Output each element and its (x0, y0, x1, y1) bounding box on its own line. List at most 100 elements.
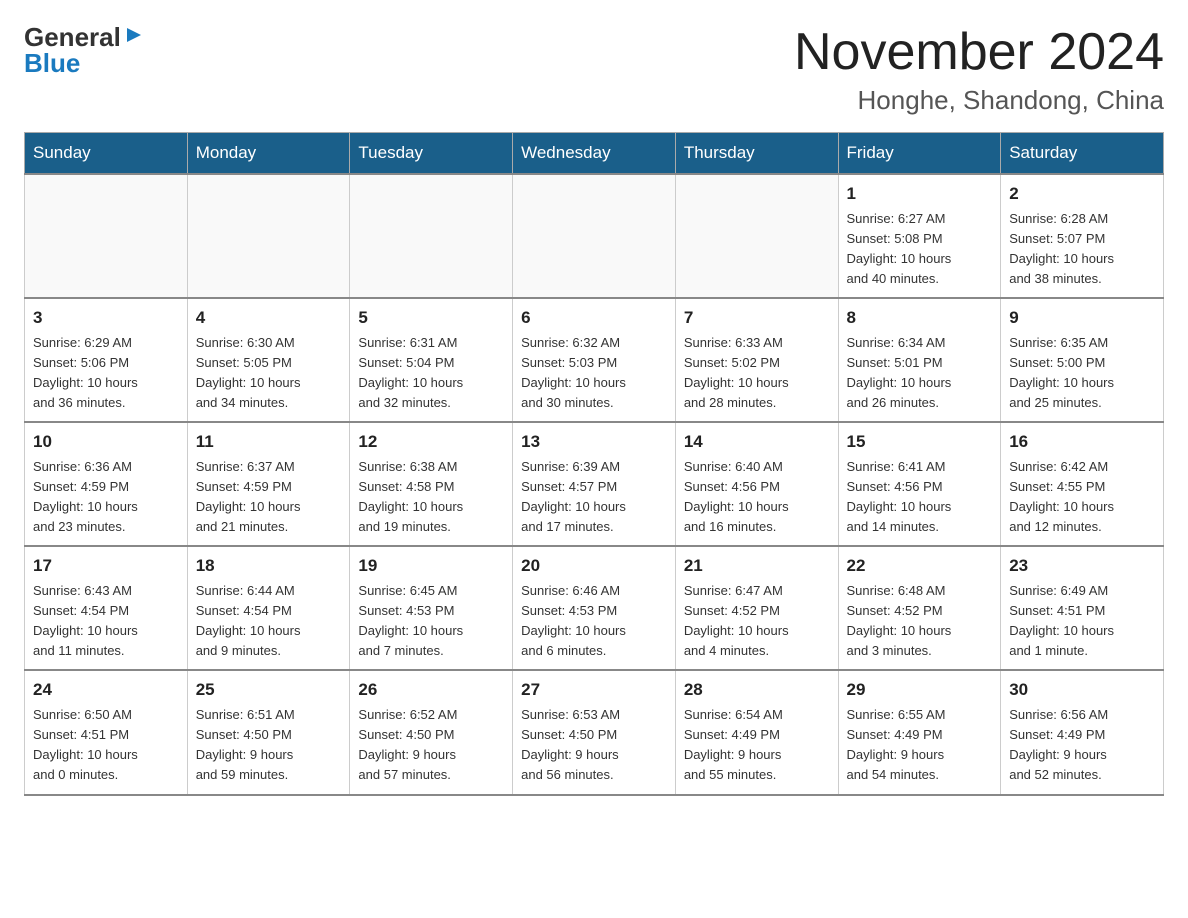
header: General Blue November 2024 Honghe, Shand… (24, 24, 1164, 116)
day-info: Sunrise: 6:56 AM Sunset: 4:49 PM Dayligh… (1009, 707, 1108, 782)
day-number: 22 (847, 553, 993, 579)
day-number: 24 (33, 677, 179, 703)
day-info: Sunrise: 6:38 AM Sunset: 4:58 PM Dayligh… (358, 459, 463, 534)
day-cell: 25 Sunrise: 6:51 AM Sunset: 4:50 PM Dayli… (187, 670, 350, 794)
day-info: Sunrise: 6:52 AM Sunset: 4:50 PM Dayligh… (358, 707, 457, 782)
day-info: Sunrise: 6:31 AM Sunset: 5:04 PM Dayligh… (358, 335, 463, 410)
column-header-saturday: Saturday (1001, 133, 1164, 175)
day-number: 23 (1009, 553, 1155, 579)
day-cell: 5 Sunrise: 6:31 AM Sunset: 5:04 PM Daylig… (350, 298, 513, 422)
day-cell: 15Sunrise: 6:41 AM Sunset: 4:56 PM Dayli… (838, 422, 1001, 546)
day-cell: 1 Sunrise: 6:27 AM Sunset: 5:08 PM Daylig… (838, 174, 1001, 298)
day-info: Sunrise: 6:55 AM Sunset: 4:49 PM Dayligh… (847, 707, 946, 782)
day-info: Sunrise: 6:53 AM Sunset: 4:50 PM Dayligh… (521, 707, 620, 782)
day-number: 11 (196, 429, 342, 455)
column-header-tuesday: Tuesday (350, 133, 513, 175)
day-number: 9 (1009, 305, 1155, 331)
day-info: Sunrise: 6:44 AM Sunset: 4:54 PM Dayligh… (196, 583, 301, 658)
day-cell: 11Sunrise: 6:37 AM Sunset: 4:59 PM Dayli… (187, 422, 350, 546)
week-row-5: 24 Sunrise: 6:50 AM Sunset: 4:51 PM Dayli… (25, 670, 1164, 794)
day-info: Sunrise: 6:45 AM Sunset: 4:53 PM Dayligh… (358, 583, 463, 658)
day-cell: 6 Sunrise: 6:32 AM Sunset: 5:03 PM Daylig… (513, 298, 676, 422)
day-info: Sunrise: 6:40 AM Sunset: 4:56 PM Dayligh… (684, 459, 789, 534)
day-cell (350, 174, 513, 298)
day-number: 6 (521, 305, 667, 331)
day-info: Sunrise: 6:49 AM Sunset: 4:51 PM Dayligh… (1009, 583, 1114, 658)
day-cell (187, 174, 350, 298)
day-info: Sunrise: 6:33 AM Sunset: 5:02 PM Dayligh… (684, 335, 789, 410)
day-info: Sunrise: 6:30 AM Sunset: 5:05 PM Dayligh… (196, 335, 301, 410)
column-header-thursday: Thursday (675, 133, 838, 175)
day-cell: 10 Sunrise: 6:36 AM Sunset: 4:59 PM Dayli… (25, 422, 188, 546)
day-cell: 9 Sunrise: 6:35 AM Sunset: 5:00 PM Daylig… (1001, 298, 1164, 422)
month-year-title: November 2024 (794, 24, 1164, 81)
day-number: 27 (521, 677, 667, 703)
day-number: 10 (33, 429, 179, 455)
day-info: Sunrise: 6:54 AM Sunset: 4:49 PM Dayligh… (684, 707, 783, 782)
week-row-3: 10 Sunrise: 6:36 AM Sunset: 4:59 PM Dayli… (25, 422, 1164, 546)
day-number: 3 (33, 305, 179, 331)
day-info: Sunrise: 6:39 AM Sunset: 4:57 PM Dayligh… (521, 459, 626, 534)
day-number: 18 (196, 553, 342, 579)
day-number: 14 (684, 429, 830, 455)
day-info: Sunrise: 6:29 AM Sunset: 5:06 PM Dayligh… (33, 335, 138, 410)
column-header-monday: Monday (187, 133, 350, 175)
day-info: Sunrise: 6:42 AM Sunset: 4:55 PM Dayligh… (1009, 459, 1114, 534)
day-cell: 30 Sunrise: 6:56 AM Sunset: 4:49 PM Dayli… (1001, 670, 1164, 794)
day-number: 12 (358, 429, 504, 455)
logo-blue-text: Blue (24, 50, 80, 76)
day-cell: 7 Sunrise: 6:33 AM Sunset: 5:02 PM Daylig… (675, 298, 838, 422)
day-number: 2 (1009, 181, 1155, 207)
day-number: 25 (196, 677, 342, 703)
location-subtitle: Honghe, Shandong, China (794, 85, 1164, 116)
column-header-wednesday: Wednesday (513, 133, 676, 175)
day-number: 30 (1009, 677, 1155, 703)
day-cell: 16 Sunrise: 6:42 AM Sunset: 4:55 PM Dayli… (1001, 422, 1164, 546)
day-cell: 27 Sunrise: 6:53 AM Sunset: 4:50 PM Dayli… (513, 670, 676, 794)
week-row-2: 3 Sunrise: 6:29 AM Sunset: 5:06 PM Daylig… (25, 298, 1164, 422)
day-number: 1 (847, 181, 993, 207)
day-info: Sunrise: 6:34 AM Sunset: 5:01 PM Dayligh… (847, 335, 952, 410)
day-number: 17 (33, 553, 179, 579)
day-number: 29 (847, 677, 993, 703)
day-number: 16 (1009, 429, 1155, 455)
day-cell: 29 Sunrise: 6:55 AM Sunset: 4:49 PM Dayli… (838, 670, 1001, 794)
day-info: Sunrise: 6:35 AM Sunset: 5:00 PM Dayligh… (1009, 335, 1114, 410)
day-cell: 18 Sunrise: 6:44 AM Sunset: 4:54 PM Dayli… (187, 546, 350, 670)
day-cell (513, 174, 676, 298)
day-info: Sunrise: 6:47 AM Sunset: 4:52 PM Dayligh… (684, 583, 789, 658)
calendar-table: SundayMondayTuesdayWednesdayThursdayFrid… (24, 132, 1164, 795)
day-info: Sunrise: 6:27 AM Sunset: 5:08 PM Dayligh… (847, 211, 952, 286)
day-cell: 17Sunrise: 6:43 AM Sunset: 4:54 PM Dayli… (25, 546, 188, 670)
logo-arrow-icon (123, 24, 145, 46)
column-header-sunday: Sunday (25, 133, 188, 175)
day-cell (25, 174, 188, 298)
logo: General Blue (24, 24, 145, 76)
day-cell: 22 Sunrise: 6:48 AM Sunset: 4:52 PM Dayli… (838, 546, 1001, 670)
day-cell: 23 Sunrise: 6:49 AM Sunset: 4:51 PM Dayli… (1001, 546, 1164, 670)
day-number: 19 (358, 553, 504, 579)
day-number: 7 (684, 305, 830, 331)
day-info: Sunrise: 6:32 AM Sunset: 5:03 PM Dayligh… (521, 335, 626, 410)
day-info: Sunrise: 6:50 AM Sunset: 4:51 PM Dayligh… (33, 707, 138, 782)
logo-general-text: General (24, 24, 121, 50)
day-info: Sunrise: 6:46 AM Sunset: 4:53 PM Dayligh… (521, 583, 626, 658)
day-cell: 26Sunrise: 6:52 AM Sunset: 4:50 PM Dayli… (350, 670, 513, 794)
day-number: 4 (196, 305, 342, 331)
day-number: 5 (358, 305, 504, 331)
day-cell: 2 Sunrise: 6:28 AM Sunset: 5:07 PM Daylig… (1001, 174, 1164, 298)
day-info: Sunrise: 6:51 AM Sunset: 4:50 PM Dayligh… (196, 707, 295, 782)
day-number: 8 (847, 305, 993, 331)
day-cell: 12 Sunrise: 6:38 AM Sunset: 4:58 PM Dayli… (350, 422, 513, 546)
column-header-friday: Friday (838, 133, 1001, 175)
day-info: Sunrise: 6:36 AM Sunset: 4:59 PM Dayligh… (33, 459, 138, 534)
day-cell (675, 174, 838, 298)
day-cell: 14 Sunrise: 6:40 AM Sunset: 4:56 PM Dayli… (675, 422, 838, 546)
title-area: November 2024 Honghe, Shandong, China (794, 24, 1164, 116)
day-info: Sunrise: 6:48 AM Sunset: 4:52 PM Dayligh… (847, 583, 952, 658)
week-row-1: 1 Sunrise: 6:27 AM Sunset: 5:08 PM Daylig… (25, 174, 1164, 298)
day-info: Sunrise: 6:28 AM Sunset: 5:07 PM Dayligh… (1009, 211, 1114, 286)
day-number: 20 (521, 553, 667, 579)
day-cell: 4 Sunrise: 6:30 AM Sunset: 5:05 PM Daylig… (187, 298, 350, 422)
week-row-4: 17Sunrise: 6:43 AM Sunset: 4:54 PM Dayli… (25, 546, 1164, 670)
